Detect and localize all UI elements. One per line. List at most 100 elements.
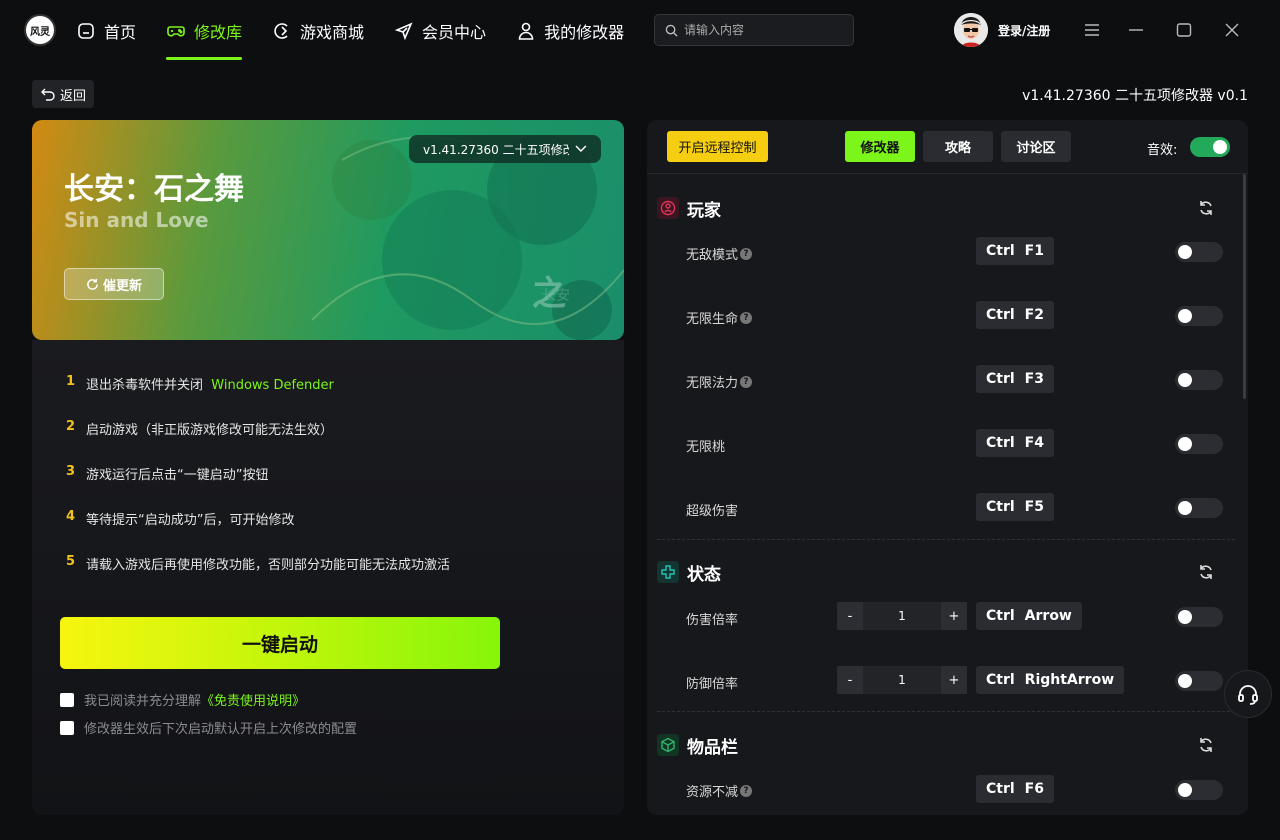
user-icon bbox=[518, 22, 534, 40]
version-select[interactable]: v1.41.27360 二十五项修改器 v0.1 bbox=[409, 135, 601, 163]
tab-guide[interactable]: 攻略 bbox=[923, 131, 993, 162]
inventory-icon bbox=[657, 734, 679, 756]
chevron-down-icon bbox=[575, 145, 587, 153]
nav-item-game-store[interactable]: 游戏商城 bbox=[272, 0, 364, 62]
step-item: 5 请载入游戏后再使用修改功能，否则部分功能可能无法成功激活 bbox=[66, 554, 451, 573]
multiplier-value[interactable]: 1 bbox=[863, 673, 941, 687]
help-icon[interactable]: ? bbox=[740, 311, 753, 324]
sound-toggle[interactable] bbox=[1190, 137, 1230, 157]
tab-discussion[interactable]: 讨论区 bbox=[1001, 131, 1071, 162]
step-item: 1 退出杀毒软件并关闭 Windows Defender bbox=[66, 374, 334, 393]
hotkey-badge: Ctrl F2 bbox=[976, 301, 1054, 329]
minimize-button[interactable] bbox=[1124, 18, 1148, 42]
one-click-launch-button[interactable]: 一键启动 bbox=[60, 617, 500, 669]
headset-icon bbox=[1238, 685, 1258, 705]
section-header-inventory: 物品栏 bbox=[657, 730, 1227, 760]
hotkey-badge: Ctrl F3 bbox=[976, 365, 1054, 393]
status-icon bbox=[657, 561, 679, 583]
tab-modifier[interactable]: 修改器 bbox=[845, 131, 915, 162]
avatar-image bbox=[954, 13, 988, 47]
refresh-section-icon[interactable] bbox=[1197, 563, 1215, 581]
game-title: 长安：石之舞 bbox=[64, 172, 244, 207]
cheat-toggle[interactable] bbox=[1175, 242, 1223, 262]
minimize-icon bbox=[1129, 29, 1143, 31]
sound-label: 音效: bbox=[1147, 143, 1178, 158]
hotkey-badge: Ctrl F5 bbox=[976, 493, 1054, 521]
close-button[interactable] bbox=[1220, 18, 1244, 42]
app-logo[interactable]: 风灵 bbox=[24, 14, 56, 46]
nav-item-member-center[interactable]: 会员中心 bbox=[394, 0, 486, 62]
cheat-toggle[interactable] bbox=[1175, 671, 1223, 691]
nav-item-my-modifiers[interactable]: 我的修改器 bbox=[516, 0, 624, 62]
cheat-label: 资源不减? bbox=[686, 781, 753, 800]
nav-item-home[interactable]: 首页 bbox=[76, 0, 136, 62]
back-button[interactable]: 返回 bbox=[32, 80, 95, 108]
request-update-button[interactable]: 催更新 bbox=[64, 268, 164, 300]
cheat-label: 无限生命? bbox=[686, 308, 753, 327]
game-banner: 之 长安 长安：石之舞 Sin and Love 催更新 v1.41.27360… bbox=[32, 120, 624, 340]
top-bar: 风灵 首页 修改库 游戏商城 会员中心 我的修改器 请输入内容 登录/注册 bbox=[0, 0, 1280, 62]
cheat-toggle[interactable] bbox=[1175, 498, 1223, 518]
back-icon bbox=[41, 88, 55, 101]
home-icon bbox=[78, 23, 94, 39]
help-icon[interactable]: ? bbox=[740, 247, 753, 260]
section-divider bbox=[657, 711, 1235, 712]
main-nav: 首页 修改库 游戏商城 会员中心 我的修改器 bbox=[76, 0, 654, 62]
refresh-section-icon[interactable] bbox=[1197, 199, 1215, 217]
search-icon bbox=[665, 24, 678, 37]
cheat-label: 超级伤害 bbox=[686, 504, 739, 519]
menu-button[interactable] bbox=[1080, 18, 1104, 42]
instructions-panel: 1 退出杀毒软件并关闭 Windows Defender 2 启动游戏（非正版游… bbox=[32, 340, 624, 815]
maximize-button[interactable] bbox=[1172, 18, 1196, 42]
disclaimer-link[interactable]: 《免责使用说明》 bbox=[201, 694, 305, 709]
search-box[interactable] bbox=[654, 14, 854, 46]
nav-item-mod-library[interactable]: 修改库 bbox=[166, 0, 243, 62]
help-icon[interactable]: ? bbox=[740, 375, 753, 388]
customer-support-button[interactable] bbox=[1224, 670, 1272, 718]
modifier-panel-header: 开启远程控制 修改器 攻略 讨论区 音效: bbox=[647, 120, 1248, 174]
cheat-toggle[interactable] bbox=[1175, 780, 1223, 800]
refresh-icon bbox=[87, 278, 98, 290]
send-icon bbox=[394, 22, 413, 41]
scrollbar[interactable] bbox=[1243, 174, 1246, 399]
remote-control-button[interactable]: 开启远程控制 bbox=[667, 131, 768, 162]
agreement-checkbox-row: 我已阅读并充分理解《免责使用说明》 bbox=[60, 690, 305, 709]
cheat-toggle[interactable] bbox=[1175, 370, 1223, 390]
cheat-label: 伤害倍率 bbox=[686, 613, 739, 628]
search-input[interactable] bbox=[684, 23, 844, 37]
version-label: v1.41.27360 二十五项修改器 v0.1 bbox=[1022, 88, 1248, 104]
restore-config-checkbox-row: 修改器生效后下次启动默认开启上次修改的配置 bbox=[60, 718, 357, 737]
avatar[interactable] bbox=[954, 13, 988, 47]
player-icon bbox=[657, 197, 679, 219]
section-header-player: 玩家 bbox=[657, 193, 1227, 223]
cheat-label: 无限桃 bbox=[686, 440, 726, 455]
decrement-button[interactable]: - bbox=[837, 666, 863, 694]
multiplier-stepper: - 1 + bbox=[837, 666, 967, 694]
increment-button[interactable]: + bbox=[941, 602, 967, 630]
decrement-button[interactable]: - bbox=[837, 602, 863, 630]
cheat-toggle[interactable] bbox=[1175, 607, 1223, 627]
multiplier-value[interactable]: 1 bbox=[863, 609, 941, 623]
agreement-checkbox[interactable] bbox=[60, 692, 74, 707]
store-icon bbox=[274, 23, 288, 39]
game-subtitle: Sin and Love bbox=[64, 208, 209, 232]
hotkey-badge: Ctrl Arrow bbox=[976, 602, 1082, 630]
refresh-section-icon[interactable] bbox=[1197, 736, 1215, 754]
modifier-panel: 开启远程控制 修改器 攻略 讨论区 音效: 玩家 无敌模式? Ctrl F1 无限… bbox=[647, 120, 1248, 815]
cheat-toggle[interactable] bbox=[1175, 306, 1223, 326]
help-icon[interactable]: ? bbox=[740, 784, 753, 797]
login-register-link[interactable]: 登录/注册 bbox=[998, 22, 1050, 39]
step-item: 2 启动游戏（非正版游戏修改可能无法生效） bbox=[66, 419, 334, 438]
maximize-icon bbox=[1176, 23, 1192, 37]
step-item: 4 等待提示“启动成功”后，可开始修改 bbox=[66, 509, 295, 528]
cheat-toggle[interactable] bbox=[1175, 434, 1223, 454]
hotkey-badge: Ctrl F1 bbox=[976, 237, 1054, 265]
multiplier-stepper: - 1 + bbox=[837, 602, 967, 630]
increment-button[interactable]: + bbox=[941, 666, 967, 694]
restore-config-checkbox[interactable] bbox=[60, 720, 74, 735]
hotkey-badge: Ctrl F4 bbox=[976, 429, 1054, 457]
section-divider bbox=[657, 539, 1235, 540]
cheat-label: 无敌模式? bbox=[686, 244, 753, 263]
banner-watermark: 长安 bbox=[542, 288, 570, 304]
step-item: 3 游戏运行后点击“一键启动”按钮 bbox=[66, 464, 269, 483]
